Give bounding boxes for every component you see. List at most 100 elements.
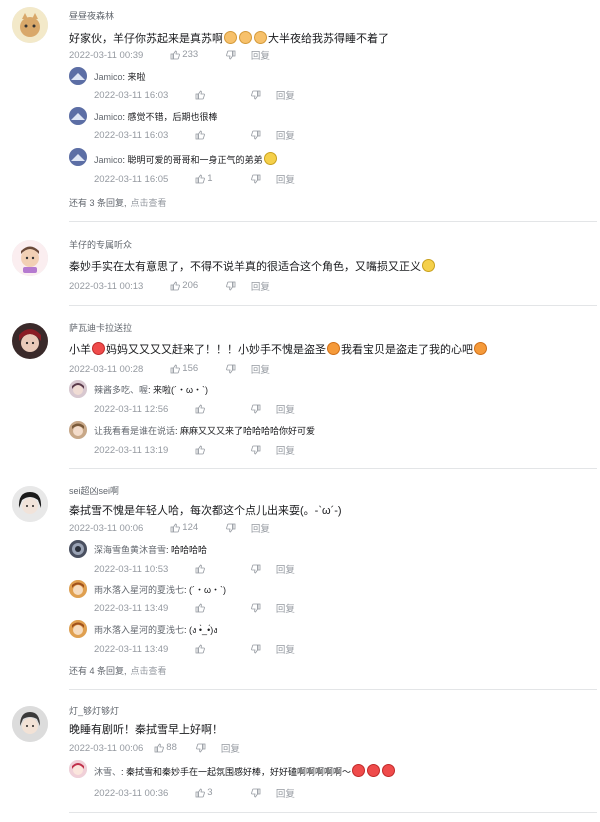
dislike-button[interactable] (226, 523, 248, 534)
thumb-down-icon (251, 644, 261, 654)
comment-username[interactable]: sei超凶sei啊 (69, 484, 119, 497)
dislike-button[interactable] (251, 603, 273, 614)
reply-avatar[interactable] (69, 760, 87, 778)
reply-content: : (ง •̀_•́)ง (184, 625, 218, 635)
reply-button[interactable]: 回复 (276, 443, 295, 457)
dislike-button[interactable] (226, 364, 248, 375)
dislike-button[interactable] (251, 404, 273, 415)
comment-meta: 2022-03-11 00:13 206 回复 (69, 279, 270, 293)
reply-avatar[interactable] (69, 421, 87, 439)
emoji-icon (224, 31, 237, 44)
dislike-button[interactable] (251, 90, 273, 101)
reply-button[interactable]: 回复 (251, 279, 270, 293)
reply-meta: 2022-03-11 10:53 回复 (94, 562, 295, 577)
dislike-button[interactable] (251, 564, 273, 575)
avatar[interactable] (12, 486, 48, 522)
reply-username[interactable]: Jamico (94, 155, 123, 165)
like-button[interactable]: 124 (170, 522, 224, 533)
reply-meta: 2022-03-11 00:36 3 回复 (94, 786, 295, 800)
dislike-button[interactable] (251, 644, 273, 655)
reply-button[interactable]: 回复 (251, 362, 270, 376)
like-button[interactable] (195, 603, 249, 614)
reply-button[interactable]: 回复 (251, 521, 270, 535)
dislike-button[interactable] (226, 50, 248, 61)
dislike-button[interactable] (251, 445, 273, 456)
reply-button[interactable]: 回复 (221, 741, 240, 755)
view-more-link[interactable]: 点击查看 (131, 198, 167, 208)
reply-username[interactable]: 沐雪、 (94, 767, 121, 777)
like-button[interactable]: 233 (170, 49, 224, 60)
reply-username[interactable]: Jamico (94, 112, 123, 122)
reply-text: 让我看看是谁在说话: 麻麻又又又来了哈哈哈哈你好可爱 (94, 424, 315, 437)
thumb-up-icon (170, 364, 180, 374)
thumb-down-icon (251, 90, 261, 100)
avatar[interactable] (12, 323, 48, 359)
dislike-button[interactable] (251, 174, 273, 185)
reply-content: : 秦拭雪和秦妙手在一起氛围感好棒，好好磕啊啊啊啊啊～ (121, 767, 352, 777)
like-button[interactable] (195, 445, 249, 456)
like-button[interactable]: 156 (170, 363, 224, 374)
reply-username[interactable]: 辣酱多吃、喔 (94, 385, 148, 395)
comment-username[interactable]: 昼昼夜森林 (69, 9, 114, 22)
reply-avatar[interactable] (69, 620, 87, 638)
reply-avatar[interactable] (69, 148, 87, 166)
like-button[interactable]: 3 (195, 787, 249, 798)
reply-username[interactable]: 雨水落入星河的夏浅七 (94, 585, 184, 595)
reply-button[interactable]: 回复 (276, 562, 295, 576)
thumb-down-icon (251, 603, 261, 613)
reply-meta: 2022-03-11 12:56 回复 (94, 402, 295, 417)
dislike-button[interactable] (226, 281, 248, 292)
like-button[interactable]: 1 (195, 173, 249, 184)
timestamp: 2022-03-11 00:06 (69, 522, 144, 534)
like-button[interactable] (195, 90, 249, 101)
reply-username[interactable]: 雨水落入星河的夏浅七 (94, 625, 184, 635)
dislike-button[interactable] (251, 130, 273, 141)
like-button[interactable]: 88 (154, 742, 194, 753)
avatar[interactable] (12, 240, 48, 276)
thumb-up-icon (195, 788, 205, 798)
reply-text: Jamico: 来啦 (94, 70, 146, 83)
like-button[interactable]: 206 (170, 280, 224, 291)
like-button[interactable] (195, 404, 249, 415)
comment-username[interactable]: 羊仔的专属听众 (69, 238, 132, 251)
divider (69, 305, 597, 306)
dislike-button[interactable] (196, 743, 218, 754)
thumb-down-icon (226, 50, 236, 60)
reply-button[interactable]: 回复 (276, 642, 295, 656)
reply-button[interactable]: 回复 (276, 786, 295, 800)
view-more-link[interactable]: 点击查看 (131, 666, 167, 676)
reply-button[interactable]: 回复 (276, 601, 295, 615)
reply-username[interactable]: Jamico (94, 72, 123, 82)
reply-button[interactable]: 回复 (276, 128, 295, 142)
reply-content: : 来啦(´・ω・`) (148, 385, 209, 395)
reply-content: : 麻麻又又又来了哈哈哈哈你好可爱 (175, 426, 316, 436)
reply-username[interactable]: 深海雪鱼黄沐音雪 (94, 545, 166, 555)
emoji-icon (382, 764, 396, 777)
reply-avatar[interactable] (69, 540, 87, 558)
thumb-up-icon (170, 523, 180, 533)
timestamp: 2022-03-11 13:19 (94, 444, 169, 456)
reply-avatar[interactable] (69, 580, 87, 598)
avatar[interactable] (12, 706, 48, 742)
thumb-down-icon (226, 281, 236, 291)
like-button[interactable] (195, 130, 249, 141)
reply-button[interactable]: 回复 (276, 88, 295, 102)
reply-button[interactable]: 回复 (276, 402, 295, 416)
reply-avatar[interactable] (69, 67, 87, 85)
reply-avatar[interactable] (69, 380, 87, 398)
comment-username[interactable]: 灯_够灯够灯 (69, 704, 119, 717)
comment-text: 小羊 妈妈又又又又赶来了！！！小妙手不愧是盗圣 我看宝贝是盗走了我的心吧 (69, 341, 488, 357)
divider (69, 221, 597, 222)
reply-button[interactable]: 回复 (251, 48, 270, 62)
dislike-button[interactable] (251, 788, 273, 799)
like-button[interactable] (195, 644, 249, 655)
like-button[interactable] (195, 564, 249, 575)
like-count: 88 (166, 742, 177, 754)
reply-avatar[interactable] (69, 107, 87, 125)
reply-username[interactable]: 让我看看是谁在说话 (94, 426, 175, 436)
avatar[interactable] (12, 7, 48, 43)
thumb-down-icon (226, 364, 236, 374)
reply-button[interactable]: 回复 (276, 172, 295, 186)
comment-username[interactable]: 萨瓦迪卡拉送拉 (69, 321, 132, 334)
emoji-icon (254, 31, 267, 44)
